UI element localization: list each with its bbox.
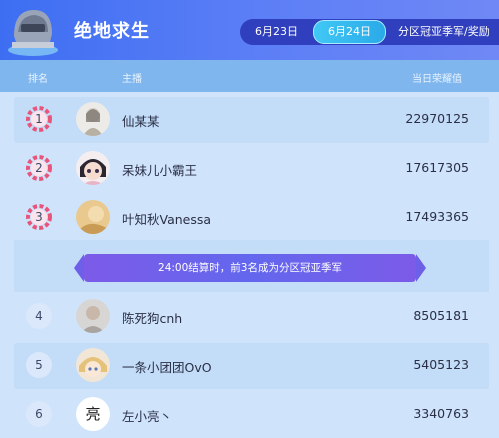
score-value: 3340763 bbox=[413, 406, 469, 421]
streamer-name[interactable]: 叶知秋Vanessa bbox=[122, 209, 211, 228]
rank-number: 3 bbox=[35, 210, 43, 224]
avatar[interactable] bbox=[76, 200, 110, 234]
tab-division-rewards[interactable]: 分区冠亚季军/奖励 bbox=[398, 21, 490, 43]
page-title: 绝地求生 bbox=[74, 21, 150, 42]
streamer-name[interactable]: 左小亮丶 bbox=[122, 406, 172, 425]
table-row[interactable]: 5 一条小团团OvO 5405123 bbox=[14, 343, 489, 389]
score-value: 22970125 bbox=[405, 111, 469, 126]
avatar[interactable]: 亮 bbox=[76, 397, 110, 431]
rank-number: 5 bbox=[26, 352, 52, 378]
table-row[interactable]: 4 陈死狗cnh 8505181 bbox=[14, 294, 489, 340]
score-value: 8505181 bbox=[413, 308, 469, 323]
table-row[interactable]: 3 叶知秋Vanessa 17493365 bbox=[14, 195, 489, 241]
rank-number: 1 bbox=[35, 112, 43, 126]
settlement-banner: 24:00结算时，前3名成为分区冠亚季军 bbox=[74, 254, 426, 282]
rank-number: 4 bbox=[26, 303, 52, 329]
streamer-name[interactable]: 呆妹儿小霸王 bbox=[122, 160, 197, 179]
rank-number: 2 bbox=[35, 161, 43, 175]
tab-june-24[interactable]: 6月24日 bbox=[313, 20, 386, 44]
rank-number: 6 bbox=[26, 401, 52, 427]
avatar[interactable] bbox=[76, 151, 110, 185]
table-row[interactable]: 6 亮 左小亮丶 3340763 bbox=[14, 392, 489, 438]
avatar[interactable] bbox=[76, 102, 110, 136]
avatar[interactable] bbox=[76, 299, 110, 333]
helmet-logo-icon bbox=[8, 10, 58, 56]
score-value: 17617305 bbox=[405, 160, 469, 175]
tab-june-23[interactable]: 6月23日 bbox=[243, 21, 310, 43]
score-value: 5405123 bbox=[413, 357, 469, 372]
header-bar: 绝地求生 6月23日 6月24日 分区冠亚季军/奖励 bbox=[0, 0, 499, 60]
table-row[interactable]: 2 呆妹儿小霸王 17617305 bbox=[14, 146, 489, 192]
streamer-name[interactable]: 仙某某 bbox=[122, 111, 160, 130]
column-streamer: 主播 bbox=[122, 74, 142, 85]
streamer-name[interactable]: 陈死狗cnh bbox=[122, 308, 182, 327]
table-header: 排名 主播 当日荣耀值 bbox=[0, 60, 499, 92]
column-rank: 排名 bbox=[28, 74, 48, 85]
streamer-name[interactable]: 一条小团团OvO bbox=[122, 357, 212, 376]
date-tabs: 6月23日 6月24日 分区冠亚季军/奖励 bbox=[240, 19, 499, 45]
avatar[interactable] bbox=[76, 348, 110, 382]
column-score: 当日荣耀值 bbox=[412, 74, 462, 85]
score-value: 17493365 bbox=[405, 209, 469, 224]
table-row[interactable]: 1 仙某某 22970125 bbox=[14, 97, 489, 143]
